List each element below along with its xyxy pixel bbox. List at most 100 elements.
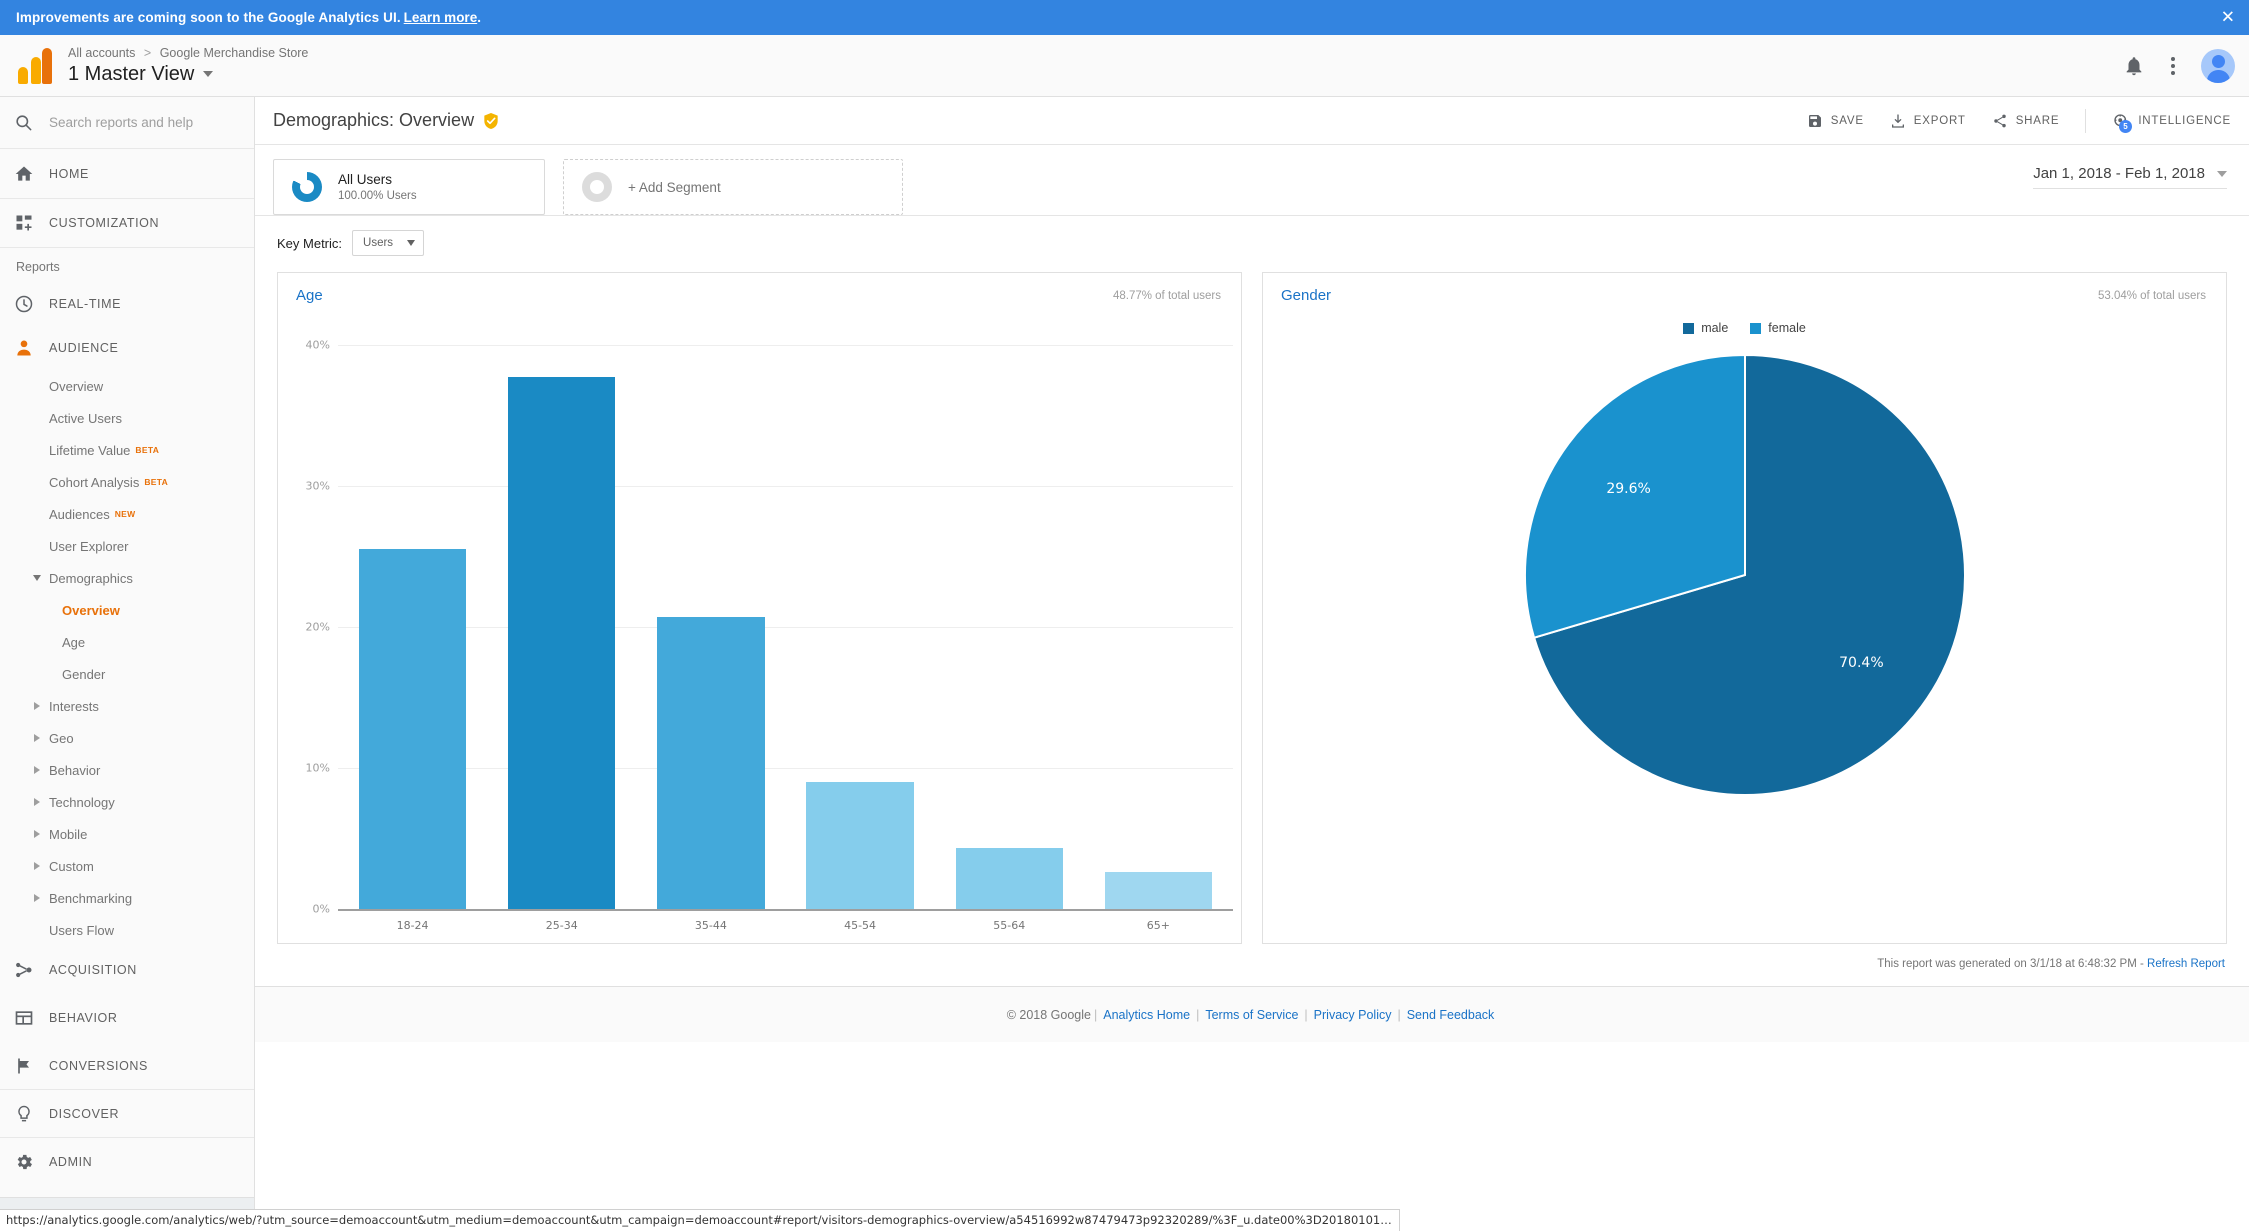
pie-svg: 70.4%29.6% bbox=[1525, 355, 1965, 795]
sidebar-item-overview[interactable]: Overview bbox=[0, 370, 254, 402]
sidebar-item-demographics-age[interactable]: Age bbox=[0, 626, 254, 658]
segment-all-users[interactable]: All Users 100.00% Users bbox=[273, 159, 545, 215]
report-toolbar: SAVE EXPORT SHARE 5 INTELLIGENCE bbox=[1807, 109, 2231, 133]
key-metric-select[interactable]: Users bbox=[352, 230, 424, 256]
sidebar-item-custom[interactable]: Custom bbox=[0, 850, 254, 882]
verified-shield-icon bbox=[483, 112, 499, 130]
sidebar-item-conversions[interactable]: CONVERSIONS bbox=[0, 1042, 254, 1090]
segment-percentage: 100.00% Users bbox=[338, 190, 417, 202]
sidebar-item-active-users[interactable]: Active Users bbox=[0, 402, 254, 434]
gender-pie-chart: male female 70.4%29.6% bbox=[1263, 311, 2226, 923]
sidebar-item-mobile[interactable]: Mobile bbox=[0, 818, 254, 850]
bar[interactable] bbox=[806, 782, 913, 909]
chevron-right-icon bbox=[34, 734, 40, 742]
pie-graphic: 70.4%29.6% bbox=[1525, 355, 1965, 795]
sidebar-item-admin[interactable]: ADMIN bbox=[0, 1138, 254, 1186]
x-axis-tick-label: 18-24 bbox=[397, 919, 429, 932]
sidebar-item-discover[interactable]: DISCOVER bbox=[0, 1090, 254, 1138]
y-axis-tick-label: 10% bbox=[286, 762, 330, 775]
sidebar-item-lifetime-value[interactable]: Lifetime Value BETA bbox=[0, 434, 254, 466]
sidebar-item-audience[interactable]: AUDIENCE bbox=[0, 326, 254, 370]
footer-link-analytics-home[interactable]: Analytics Home bbox=[1103, 1008, 1190, 1022]
sidebar-item-label: Cohort Analysis bbox=[49, 475, 139, 490]
footer-link-feedback[interactable]: Send Feedback bbox=[1407, 1008, 1495, 1022]
legend-item-male[interactable]: male bbox=[1683, 321, 1728, 335]
sidebar-item-label: Age bbox=[62, 635, 85, 650]
account-selector[interactable]: All accounts > Google Merchandise Store … bbox=[68, 46, 308, 86]
close-icon[interactable]: ✕ bbox=[2221, 9, 2235, 26]
report-generated-text: This report was generated on 3/1/18 at 6… bbox=[1877, 958, 2144, 970]
sidebar-item-customization[interactable]: CUSTOMIZATION bbox=[0, 198, 254, 247]
breadcrumb-account[interactable]: All accounts bbox=[68, 46, 135, 60]
legend-item-female[interactable]: female bbox=[1750, 321, 1806, 335]
intelligence-button[interactable]: 5 INTELLIGENCE bbox=[2112, 112, 2231, 130]
page-footer: © 2018 Google | Analytics Home | Terms o… bbox=[255, 986, 2249, 1042]
refresh-report-link[interactable]: Refresh Report bbox=[2147, 958, 2225, 970]
sidebar-item-demographics-overview[interactable]: Overview bbox=[0, 594, 254, 626]
share-button[interactable]: SHARE bbox=[1992, 113, 2060, 129]
search-input[interactable] bbox=[44, 115, 224, 130]
chevron-down-icon bbox=[203, 71, 213, 77]
gender-card-subtitle: 53.04% of total users bbox=[2098, 290, 2206, 302]
sidebar-item-benchmarking[interactable]: Benchmarking bbox=[0, 882, 254, 914]
gender-card-header: Gender 53.04% of total users bbox=[1263, 273, 2226, 304]
export-button[interactable]: EXPORT bbox=[1890, 113, 1966, 129]
x-axis-tick-label: 45-54 bbox=[844, 919, 876, 932]
promo-learn-more-link[interactable]: Learn more bbox=[404, 10, 478, 25]
sidebar-item-demographics-gender[interactable]: Gender bbox=[0, 658, 254, 690]
promo-banner: Improvements are coming soon to the Goog… bbox=[0, 0, 2249, 35]
age-card-title[interactable]: Age bbox=[296, 287, 323, 304]
sidebar-item-acquisition[interactable]: ACQUISITION bbox=[0, 946, 254, 994]
bar[interactable] bbox=[359, 549, 466, 909]
sidebar-item-users-flow[interactable]: Users Flow bbox=[0, 914, 254, 946]
view-name-dropdown[interactable]: 1 Master View bbox=[68, 63, 308, 86]
sidebar-item-label: HOME bbox=[44, 167, 89, 181]
sidebar-item-interests[interactable]: Interests bbox=[0, 690, 254, 722]
avatar[interactable] bbox=[2201, 49, 2235, 83]
pie-legend: male female bbox=[1263, 321, 2226, 335]
date-range-picker[interactable]: Jan 1, 2018 - Feb 1, 2018 bbox=[2033, 165, 2227, 189]
save-button[interactable]: SAVE bbox=[1807, 113, 1864, 129]
toolbar-label: SAVE bbox=[1831, 115, 1864, 127]
sidebar-item-user-explorer[interactable]: User Explorer bbox=[0, 530, 254, 562]
save-icon bbox=[1807, 113, 1823, 129]
sidebar-item-audiences[interactable]: Audiences NEW bbox=[0, 498, 254, 530]
report-title-bar: Demographics: Overview SAVE EXPORT SHARE bbox=[255, 97, 2249, 145]
bar[interactable] bbox=[508, 377, 615, 909]
age-card: Age 48.77% of total users 0%10%20%30%40%… bbox=[277, 272, 1242, 944]
sidebar-item-demographics[interactable]: Demographics bbox=[0, 562, 254, 594]
bar[interactable] bbox=[956, 848, 1063, 909]
toolbar-label: SHARE bbox=[2016, 115, 2060, 127]
footer-link-privacy[interactable]: Privacy Policy bbox=[1314, 1008, 1392, 1022]
chevron-right-icon bbox=[34, 862, 40, 870]
add-segment-button[interactable]: + Add Segment bbox=[563, 159, 903, 215]
sidebar-item-real-time[interactable]: REAL-TIME bbox=[0, 282, 254, 326]
add-segment-donut-icon bbox=[582, 172, 612, 202]
charts-row: Age 48.77% of total users 0%10%20%30%40%… bbox=[255, 272, 2249, 944]
x-axis-tick-label: 65+ bbox=[1147, 919, 1170, 932]
sidebar-item-technology[interactable]: Technology bbox=[0, 786, 254, 818]
bell-icon[interactable] bbox=[2123, 55, 2145, 77]
chevron-down-icon bbox=[33, 575, 41, 581]
sidebar-item-behavior[interactable]: Behavior bbox=[0, 754, 254, 786]
badge-beta: BETA bbox=[135, 445, 159, 455]
sidebar-item-home[interactable]: HOME bbox=[0, 149, 254, 198]
more-options-icon[interactable] bbox=[2167, 53, 2179, 79]
breadcrumb-separator: > bbox=[144, 46, 151, 60]
footer-copyright: © 2018 Google bbox=[1007, 1008, 1091, 1022]
gender-card-title[interactable]: Gender bbox=[1281, 287, 1331, 304]
chevron-right-icon bbox=[34, 766, 40, 774]
age-card-header: Age 48.77% of total users bbox=[278, 273, 1241, 304]
y-axis-tick-label: 0% bbox=[286, 903, 330, 916]
legend-label: female bbox=[1768, 321, 1806, 335]
sidebar-item-geo[interactable]: Geo bbox=[0, 722, 254, 754]
sidebar-item-behavior-main[interactable]: BEHAVIOR bbox=[0, 994, 254, 1042]
sidebar-item-cohort-analysis[interactable]: Cohort Analysis BETA bbox=[0, 466, 254, 498]
footer-link-terms[interactable]: Terms of Service bbox=[1205, 1008, 1298, 1022]
toolbar-label: INTELLIGENCE bbox=[2138, 115, 2231, 127]
bar[interactable] bbox=[657, 617, 764, 909]
footer-divider: | bbox=[1094, 1008, 1097, 1022]
sidebar-search-row[interactable] bbox=[0, 97, 254, 149]
breadcrumb-property[interactable]: Google Merchandise Store bbox=[160, 46, 309, 60]
bar[interactable] bbox=[1105, 872, 1212, 909]
